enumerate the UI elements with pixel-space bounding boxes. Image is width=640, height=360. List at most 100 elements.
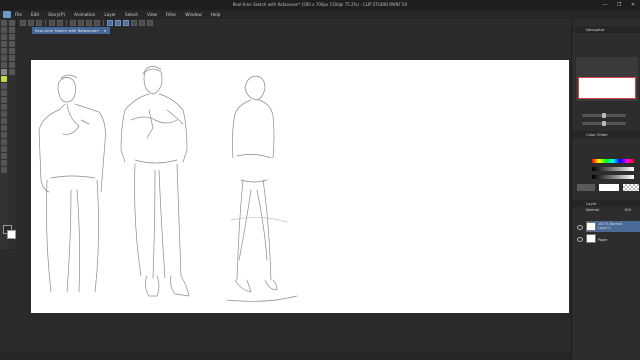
- operation-tool-icon[interactable]: [1, 34, 7, 40]
- color-indicator[interactable]: [3, 225, 16, 239]
- balloon-tool-icon[interactable]: [1, 160, 7, 166]
- title-bar: Real-time Sketch with Rafasevan* (500 x …: [0, 0, 640, 10]
- deselect-icon[interactable]: [86, 20, 92, 26]
- close-icon[interactable]: ✕: [628, 0, 638, 10]
- zoom-slider[interactable]: [582, 113, 626, 118]
- opacity-value[interactable]: 100: [624, 208, 631, 212]
- frame-tool-icon[interactable]: [1, 139, 7, 145]
- pen-tool-icon[interactable]: [1, 69, 7, 75]
- divider: [45, 20, 46, 26]
- menu-select[interactable]: Select: [125, 12, 138, 17]
- app-logo-icon: [3, 11, 11, 18]
- command-bar: [20, 19, 230, 27]
- eyedropper-tool-icon[interactable]: [1, 62, 7, 68]
- color-panel-title: Color Slider: [586, 132, 608, 137]
- menu-animation[interactable]: Animation: [74, 12, 95, 17]
- subtool-icon[interactable]: [9, 69, 15, 75]
- mirror-icon[interactable]: [147, 20, 153, 26]
- document-tab[interactable]: Real-time Sketch with Rafasevan* ×: [32, 27, 110, 34]
- saturation-slider[interactable]: [592, 167, 634, 171]
- invert-selection-icon[interactable]: [94, 20, 100, 26]
- menu-edit[interactable]: Edit: [31, 12, 39, 17]
- subtool-icon[interactable]: [9, 41, 15, 47]
- snap-ruler-icon[interactable]: [107, 20, 113, 26]
- open-file-icon[interactable]: [28, 20, 34, 26]
- layer-title: Layer 2: [598, 226, 611, 230]
- transparent-color-swatch[interactable]: [623, 184, 639, 191]
- hue-slider[interactable]: [592, 159, 634, 163]
- blend-mode-select[interactable]: Normal: [586, 208, 599, 212]
- snap-special-ruler-icon[interactable]: [115, 20, 121, 26]
- layer-row[interactable]: 100 % Normal Layer 2: [586, 221, 640, 232]
- snap-grid-icon[interactable]: [123, 20, 129, 26]
- eye-icon[interactable]: [577, 225, 583, 230]
- layer-row[interactable]: Paper: [586, 233, 640, 244]
- drawing-canvas[interactable]: [31, 60, 569, 313]
- redo-icon[interactable]: [57, 20, 63, 26]
- airbrush-tool-icon[interactable]: [1, 90, 7, 96]
- eyedropper-icon[interactable]: [131, 20, 137, 26]
- selection-tool-icon[interactable]: [1, 48, 7, 54]
- menu-view[interactable]: View: [147, 12, 157, 17]
- save-icon[interactable]: [36, 20, 42, 26]
- layer-thumbnail: [586, 222, 596, 231]
- close-tab-icon[interactable]: ×: [103, 27, 106, 34]
- subtool-icon[interactable]: [9, 27, 15, 33]
- document-tab-label: Real-time Sketch with Rafasevan*: [35, 28, 100, 33]
- navigator-thumbnail[interactable]: [578, 77, 636, 99]
- text-tool-icon[interactable]: [1, 153, 7, 159]
- maximize-icon[interactable]: ❐: [614, 0, 624, 10]
- fill-tool-icon[interactable]: [1, 118, 7, 124]
- zoom-slider-handle[interactable]: [602, 113, 606, 118]
- decoration-tool-icon[interactable]: [1, 97, 7, 103]
- menu-layer[interactable]: Layer: [104, 12, 116, 17]
- transform-icon[interactable]: [78, 20, 84, 26]
- menu-filter[interactable]: Filter: [166, 12, 176, 17]
- eye-icon[interactable]: [577, 237, 583, 242]
- brightness-slider[interactable]: [592, 175, 634, 179]
- navigator-preview[interactable]: [576, 57, 638, 101]
- figure-tool-icon[interactable]: [1, 132, 7, 138]
- menu-window[interactable]: Window: [185, 12, 202, 17]
- rotate-slider[interactable]: [582, 121, 626, 126]
- gradient-tool-icon[interactable]: [1, 125, 7, 131]
- menu-bar: File Edit Story(P) Animation Layer Selec…: [0, 10, 640, 19]
- layer-thumbnail: [586, 234, 596, 243]
- clear-icon[interactable]: [70, 20, 76, 26]
- subtool-icon[interactable]: [9, 62, 15, 68]
- undo-icon[interactable]: [49, 20, 55, 26]
- menu-help[interactable]: Help: [211, 12, 221, 17]
- blend-tool-icon[interactable]: [1, 111, 7, 117]
- right-panel-dock: Navigator Color Slider Layer Normal 100 …: [571, 19, 640, 360]
- sub-color-preview[interactable]: [599, 184, 619, 191]
- eraser-tool-icon[interactable]: [1, 104, 7, 110]
- subtool-icon[interactable]: [9, 55, 15, 61]
- auto-select-tool-icon[interactable]: [1, 55, 7, 61]
- ruler-tool-icon[interactable]: [1, 146, 7, 152]
- navigator-title: Navigator: [586, 27, 605, 32]
- rotate-slider-handle[interactable]: [602, 121, 606, 126]
- new-file-icon[interactable]: [20, 20, 26, 26]
- menu-file[interactable]: File: [15, 12, 22, 17]
- subtool-icon[interactable]: [9, 20, 15, 26]
- zoom-tool-icon[interactable]: [1, 20, 7, 26]
- pencil-tool-icon[interactable]: [1, 76, 7, 82]
- subtool-icon[interactable]: [9, 48, 15, 54]
- correct-line-tool-icon[interactable]: [1, 167, 7, 173]
- minimize-icon[interactable]: —: [600, 0, 610, 10]
- window-title: Real-time Sketch with Rafasevan* (500 x …: [232, 2, 408, 7]
- move-layer-tool-icon[interactable]: [1, 41, 7, 47]
- current-color-swatch[interactable]: [577, 184, 595, 191]
- layer-panel-header[interactable]: Layer: [572, 200, 640, 207]
- brush-tool-icon[interactable]: [1, 83, 7, 89]
- move-tool-icon[interactable]: [1, 27, 7, 33]
- navigator-panel-header[interactable]: Navigator: [572, 26, 640, 33]
- window-controls: — ❐ ✕: [600, 0, 638, 10]
- status-bar: [0, 352, 640, 360]
- divider: [66, 20, 67, 26]
- color-panel-header[interactable]: Color Slider: [572, 131, 640, 138]
- subtool-icon[interactable]: [9, 34, 15, 40]
- menu-story[interactable]: Story(P): [48, 12, 65, 17]
- pen-pressure-icon[interactable]: [139, 20, 145, 26]
- sub-color-swatch[interactable]: [7, 230, 16, 239]
